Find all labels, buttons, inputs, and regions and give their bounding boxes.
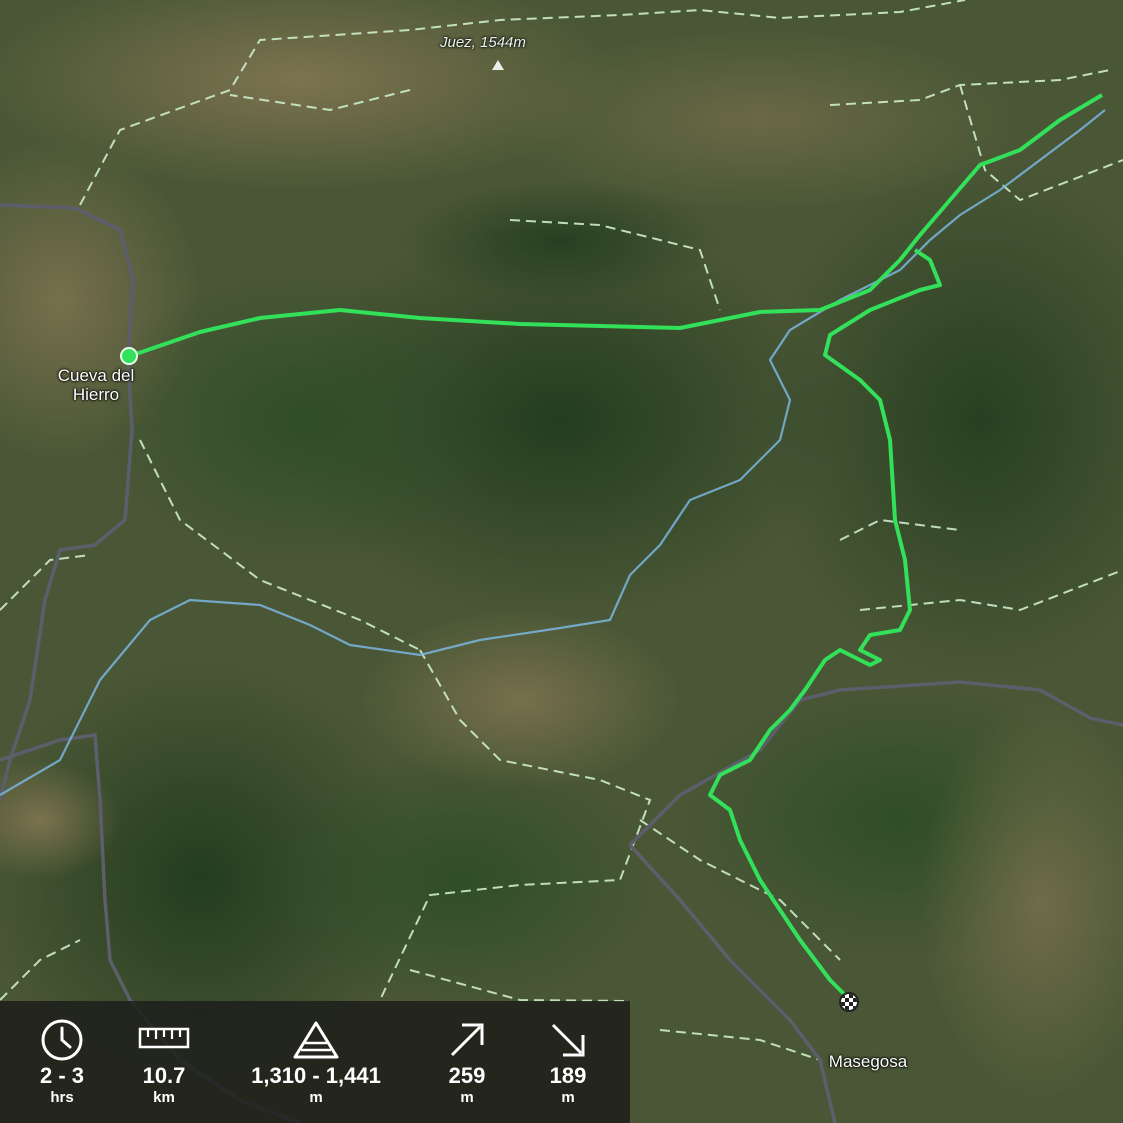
elevation-unit: m: [309, 1089, 323, 1106]
stat-elevation: 1,310 - 1,441 m: [221, 1001, 411, 1123]
descent-unit: m: [561, 1089, 575, 1106]
satellite-map[interactable]: Juez, 1544m Cueva del Hierro Masegosa 2 …: [0, 0, 1123, 1123]
route-stats-panel: 2 - 3 hrs 10.7 km 1,310 - 1,441 m 259 m: [0, 1001, 630, 1123]
finish-flag-icon[interactable]: [839, 992, 859, 1012]
descent-arrow-icon: [551, 1023, 585, 1057]
peak-triangle-icon: [492, 60, 504, 70]
distance-value: 10.7: [142, 1063, 186, 1088]
descent-value: 189: [549, 1063, 587, 1088]
place-label-line2: Hierro: [72, 385, 120, 404]
place-label-cueva-del-hierro: Cueva del Hierro: [36, 366, 156, 404]
terrain-layer: [0, 0, 1123, 1123]
peak-label: Juez, 1544m: [440, 34, 526, 51]
ascent-arrow-icon: [450, 1023, 484, 1057]
place-label-line1: Cueva del: [57, 366, 135, 385]
elevation-value: 1,310 - 1,441: [251, 1063, 381, 1088]
stat-distance: 10.7 km: [94, 1001, 234, 1123]
ruler-icon: [138, 1027, 190, 1049]
elevation-icon: [293, 1021, 339, 1059]
stat-descent: 189 m: [498, 1001, 638, 1123]
clock-icon: [41, 1019, 83, 1061]
start-dot-icon[interactable]: [120, 347, 138, 365]
distance-unit: km: [153, 1089, 175, 1106]
place-label-masegosa: Masegosa: [828, 1052, 908, 1071]
